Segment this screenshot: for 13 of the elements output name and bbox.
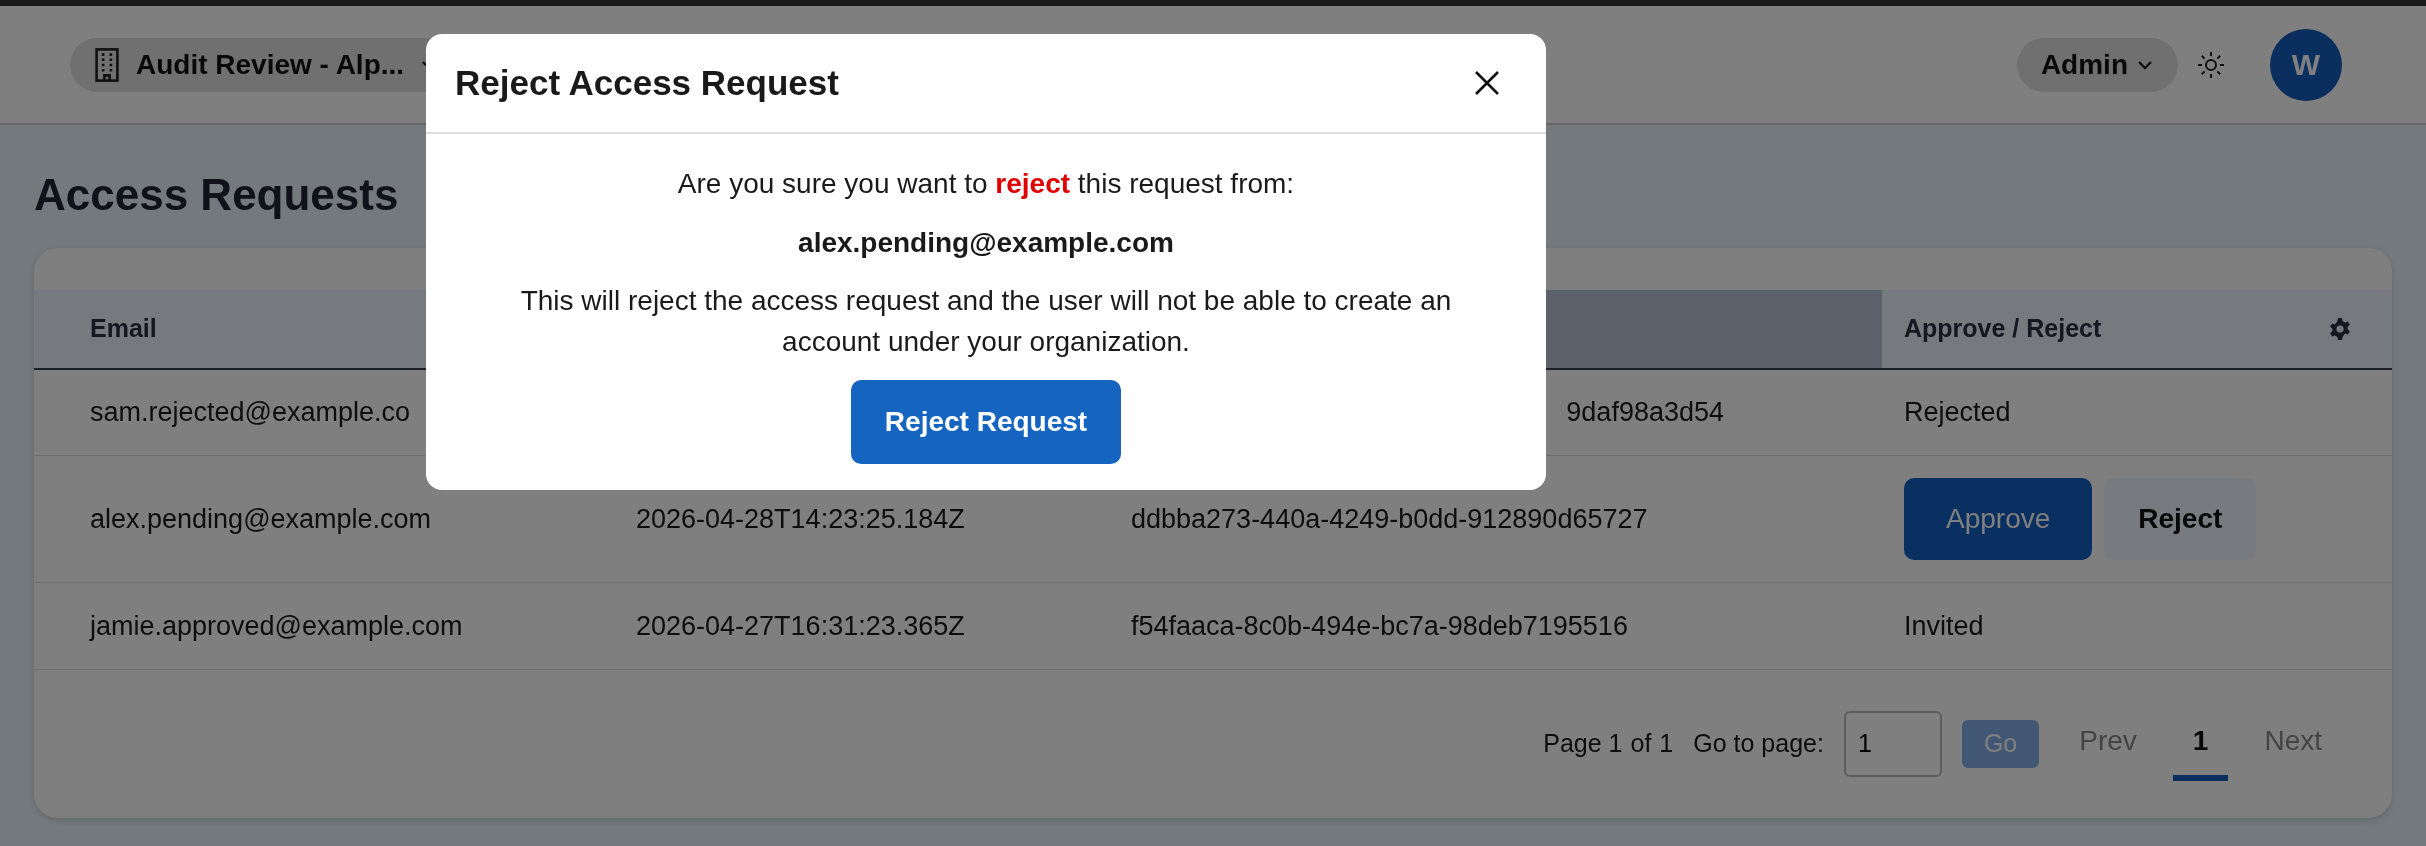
column-label: Approve / Reject xyxy=(1904,313,2102,345)
table-cell: f54faaca-8c0b-494e-bc7a-98deb7195516 xyxy=(1129,582,1882,670)
dialog-message: Are you sure you want to reject this request from: xyxy=(676,167,1296,201)
table-cell: jamie.approved@example.com xyxy=(34,582,602,670)
page-label: Page 1 xyxy=(1543,728,1623,760)
dialog-email: alex.pending@example.com xyxy=(797,225,1175,260)
table-cell: Rejected xyxy=(1882,369,2392,456)
goto-label: Go to page: xyxy=(1693,728,1824,760)
page-title: Access Requests xyxy=(34,169,399,221)
page-total: 1 xyxy=(1659,728,1674,760)
table-cell: 2026-04-27T16:31:23.365Z xyxy=(602,582,1129,670)
page-label: of xyxy=(1630,728,1652,760)
table-cell: Invited xyxy=(1882,582,2392,670)
